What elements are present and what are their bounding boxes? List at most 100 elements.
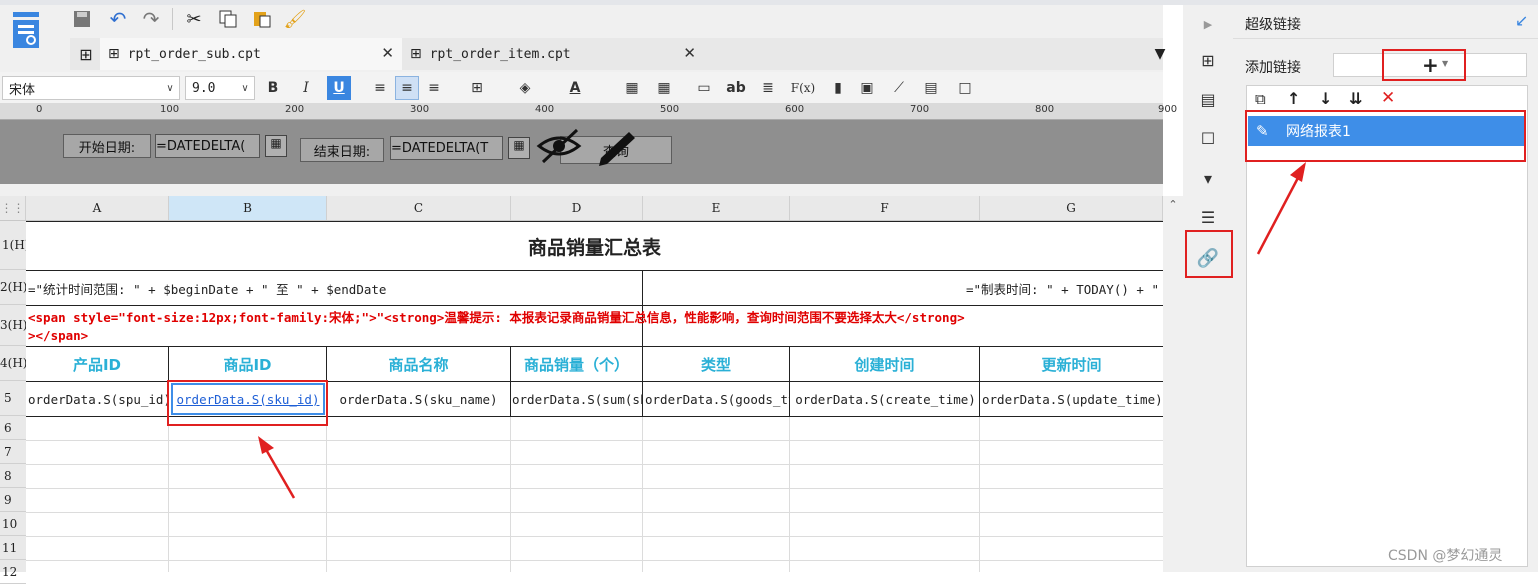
column-header[interactable]: A xyxy=(26,196,169,220)
tab-rpt-order-sub[interactable]: ⊞ rpt_order_sub.cpt ✕ xyxy=(100,38,402,70)
calendar-icon[interactable]: ▦ xyxy=(508,137,530,159)
calendar-icon[interactable]: ▦ xyxy=(265,135,287,157)
row-header[interactable]: 3(H) xyxy=(0,305,26,346)
row-header[interactable]: 12 xyxy=(0,560,26,584)
column-header[interactable]: E xyxy=(643,196,790,220)
collapse-icon[interactable]: ▶ xyxy=(1195,11,1221,37)
column-header[interactable]: C xyxy=(327,196,511,220)
data-cell[interactable]: orderData.S(sku_name) xyxy=(327,382,510,416)
template-icon[interactable] xyxy=(10,10,42,52)
sheet-icon: ⊞ xyxy=(410,46,422,62)
end-date-value: =DATEDELTA(T xyxy=(391,140,489,156)
grid-icon[interactable]: ⊞ xyxy=(74,42,98,66)
annotation-box xyxy=(1245,110,1526,162)
header-cell[interactable]: 类型 xyxy=(643,347,789,381)
row-header[interactable]: 1(H) xyxy=(0,221,26,270)
paragraph-icon[interactable]: ≣ xyxy=(756,76,780,100)
undo-icon[interactable]: ↶ xyxy=(106,7,130,31)
chevron-down-icon: ∨ xyxy=(166,82,174,94)
pin-icon[interactable]: ↙ xyxy=(1515,11,1528,30)
stat-range-cell[interactable]: ="统计时间范围: " + $beginDate + " 至 " + $endD… xyxy=(28,271,638,305)
row-header[interactable]: 4(H) xyxy=(0,346,26,381)
header-cell[interactable]: 商品销量（个） xyxy=(511,347,642,381)
save-icon[interactable] xyxy=(70,7,94,31)
end-date-input[interactable]: =DATEDELTA(T xyxy=(390,136,503,160)
cell-element-icon[interactable]: ▤ xyxy=(1195,86,1221,112)
column-header[interactable]: F xyxy=(790,196,980,220)
format-brush-icon[interactable]: 🖌 xyxy=(283,7,307,31)
italic-button[interactable]: I xyxy=(294,76,318,100)
made-time-cell[interactable]: ="制表时间: " + TODAY() + " xyxy=(646,271,1163,305)
close-icon[interactable]: ✕ xyxy=(683,44,696,62)
data-cell[interactable]: orderData.S(update_time) xyxy=(982,382,1163,416)
align-left-icon[interactable]: ≡ xyxy=(368,76,392,100)
underline-button[interactable]: U xyxy=(327,76,351,100)
dropdown-widget-icon[interactable]: ▾ xyxy=(1195,165,1221,191)
cell-attribute-icon[interactable]: ⊞ xyxy=(1195,47,1221,73)
data-cell[interactable]: orderData.S(sum(sku_num)) xyxy=(512,382,642,416)
vertical-scrollbar[interactable]: ⌃ xyxy=(1163,196,1183,572)
align-right-icon[interactable]: ≡ xyxy=(422,76,446,100)
fill-color-icon[interactable]: ◈ xyxy=(513,76,537,100)
tab-menu-icon[interactable]: ▼ xyxy=(1148,42,1172,66)
row-header[interactable]: 6 xyxy=(0,416,26,440)
bold-button[interactable]: B xyxy=(261,76,285,100)
font-color-icon[interactable]: A xyxy=(563,76,587,100)
text-button[interactable]: ab xyxy=(724,76,748,100)
condition-icon[interactable]: ☰ xyxy=(1195,204,1221,230)
sort-icon[interactable]: ⇊ xyxy=(1349,89,1362,108)
column-header[interactable]: B xyxy=(169,196,327,220)
tab-rpt-order-item[interactable]: ⊞ rpt_order_item.cpt ✕ xyxy=(402,38,704,70)
border-icon[interactable]: ⊞ xyxy=(465,76,489,100)
data-cell[interactable]: orderData.S(spu_id) xyxy=(28,382,168,416)
start-date-value: =DATEDELTA( xyxy=(156,138,246,154)
unmerge-cells-icon[interactable]: ▦ xyxy=(652,76,676,100)
row-header[interactable]: 9 xyxy=(0,488,26,512)
widget-icon[interactable]: ☐ xyxy=(1195,125,1221,151)
font-family-select[interactable]: 宋体 ∨ xyxy=(2,76,180,100)
insert-row-icon[interactable]: ▭ xyxy=(692,76,716,100)
copy-icon[interactable]: ⧉ xyxy=(1255,90,1266,108)
start-date-input[interactable]: =DATEDELTA( xyxy=(155,134,260,158)
column-header[interactable]: D xyxy=(511,196,643,220)
ruler-tick: 700 xyxy=(910,104,930,115)
select-all-corner[interactable]: ⋮⋮ xyxy=(0,196,26,220)
move-up-icon[interactable]: ↑ xyxy=(1287,89,1300,108)
diagonal-icon[interactable]: ⟋ xyxy=(887,76,911,100)
row-header[interactable]: 7 xyxy=(0,440,26,464)
formula-button[interactable]: F(x) xyxy=(788,76,818,100)
subreport-icon[interactable]: ▤ xyxy=(919,76,943,100)
header-cell[interactable]: 创建时间 xyxy=(790,347,979,381)
move-down-icon[interactable]: ↓ xyxy=(1319,89,1332,108)
ruler-tick: 0 xyxy=(36,104,43,115)
row-header[interactable]: 11 xyxy=(0,536,26,560)
header-cell[interactable]: 更新时间 xyxy=(980,347,1163,381)
paste-icon[interactable] xyxy=(250,7,274,31)
row-header[interactable]: 8 xyxy=(0,464,26,488)
delete-icon[interactable]: ✕ xyxy=(1381,88,1395,108)
header-cell[interactable]: 产品ID xyxy=(26,347,168,381)
redo-icon[interactable]: ↷ xyxy=(139,7,163,31)
cell-border-icon[interactable]: □ xyxy=(953,76,977,100)
close-icon[interactable]: ✕ xyxy=(381,44,394,62)
image-icon[interactable]: ▣ xyxy=(855,76,879,100)
data-cell[interactable]: orderData.S(goods_type) xyxy=(645,382,789,416)
chart-icon[interactable]: ▮ xyxy=(826,76,850,100)
cut-icon[interactable]: ✂ xyxy=(182,7,206,31)
hidden-edit-icon[interactable] xyxy=(535,124,635,168)
merge-cells-icon[interactable]: ▦ xyxy=(620,76,644,100)
header-cell[interactable]: 商品名称 xyxy=(327,347,510,381)
row-header[interactable]: 5 xyxy=(0,381,26,416)
row-header[interactable]: 2(H) xyxy=(0,270,26,305)
data-cell[interactable]: orderData.S(create_time) xyxy=(792,382,979,416)
align-center-icon[interactable]: ≡ xyxy=(395,76,419,100)
watermark: CSDN @梦幻通灵 xyxy=(1388,548,1503,564)
copy-icon[interactable] xyxy=(216,7,240,31)
chevron-up-icon[interactable]: ⌃ xyxy=(1165,198,1181,214)
font-size-select[interactable]: 9.0 ∨ xyxy=(185,76,255,100)
header-cell[interactable]: 商品ID xyxy=(169,347,326,381)
tip-cell[interactable]: <span style="font-size:12px;font-family:… xyxy=(28,307,1161,325)
column-header[interactable]: G xyxy=(980,196,1163,220)
report-title[interactable]: 商品销量汇总表 xyxy=(26,222,1163,270)
row-header[interactable]: 10 xyxy=(0,512,26,536)
